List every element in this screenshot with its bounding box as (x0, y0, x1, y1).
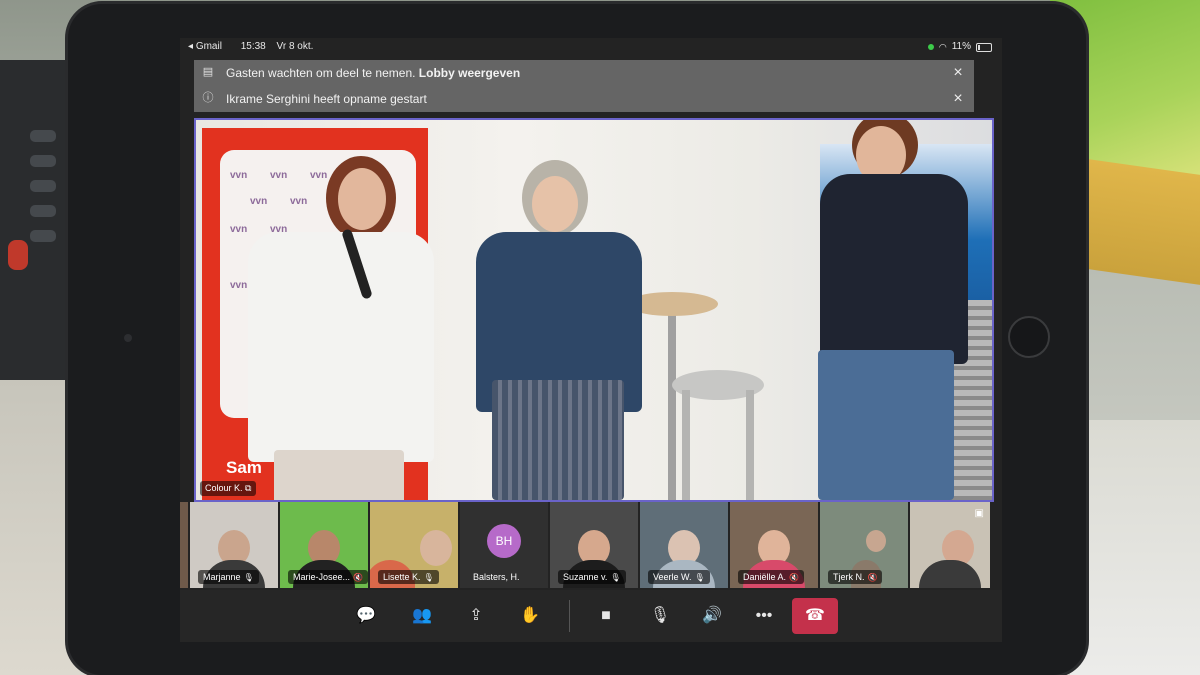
toolbar-divider (569, 600, 570, 632)
participant-name-tag: Lisette K. 🎙 (378, 570, 439, 584)
front-camera (124, 334, 132, 342)
desk-surface-right (1070, 420, 1200, 675)
participant-name-tag: Balsters, H. (473, 572, 520, 582)
ios-status-bar: ◂ Gmail 15:38 Vr 8 okt. ◠ 11% (180, 38, 1002, 56)
close-icon[interactable]: × (948, 86, 968, 112)
status-date: Vr 8 okt. (276, 41, 314, 52)
participant-tile[interactable]: Marie-Josee... 🔇 (280, 502, 368, 588)
info-icon: ⓘ (202, 92, 214, 104)
chat-icon[interactable]: 💬 (352, 602, 380, 630)
participant-avatar: BH (487, 524, 521, 558)
speaker-icon[interactable]: 🔊 (698, 602, 726, 630)
participant-tile[interactable]: BH Balsters, H. (460, 502, 548, 588)
participant-name-tag: Marie-Josee... 🔇 (288, 570, 368, 584)
participant-tile[interactable]: Lisette K. 🎙 (370, 502, 458, 588)
participants-icon[interactable]: 👥 (408, 602, 436, 630)
participant-name-tag: Daniëlle A. 🔇 (738, 570, 804, 584)
participant-tile[interactable]: Daniëlle A. 🔇 (730, 502, 818, 588)
video-camera-icon[interactable]: ■ (592, 602, 620, 630)
close-icon[interactable]: × (948, 60, 968, 86)
status-time: 15:38 (240, 41, 266, 52)
participant-tile[interactable]: Marjanne 🎙 (190, 502, 278, 588)
wifi-icon: ◠ (938, 42, 947, 52)
meeting-toolbar: 💬 👥 ⇪ ✋ ■ 🎙 🔊 ••• ☎ (180, 590, 1002, 642)
mic-icon: 🎙 (423, 573, 434, 582)
participant-name-tag: Veerle W. 🎙 (648, 570, 710, 584)
presenter-name-tag: Colour K. ⧉ (200, 481, 257, 496)
lobby-notice: ▤ Gasten wachten om deel te nemen. Lobby… (194, 60, 974, 86)
mic-muted-icon: 🔇 (867, 573, 878, 582)
participant-name-tag: Suzanne v. 🎙 (558, 570, 626, 584)
main-video-stage[interactable]: vvn vvn vvn vvn vvn vvn vvn vvn vvn Sam (194, 118, 994, 502)
participant-tile[interactable]: Tjerk N. 🔇 (820, 502, 908, 588)
participant-tile[interactable]: Veerle W. 🎙 (640, 502, 728, 588)
screen-share-icon: ⧉ (245, 483, 252, 493)
participant-tile[interactable]: ▣ (910, 502, 990, 588)
back-to-app[interactable]: ◂ Gmail (188, 41, 230, 52)
home-button[interactable] (1008, 316, 1050, 358)
participant-tile-partial[interactable] (180, 502, 188, 588)
battery-percentage: 11% (951, 41, 971, 52)
share-screen-icon[interactable]: ⇪ (462, 602, 490, 630)
teams-meeting-screen: ◂ Gmail 15:38 Vr 8 okt. ◠ 11% ▤ Gasten w… (180, 38, 1002, 642)
lobby-icon: ▤ (202, 66, 214, 78)
raise-hand-icon[interactable]: ✋ (516, 602, 544, 630)
table-leg (668, 310, 676, 500)
mic-icon: 🎙 (243, 573, 254, 582)
battery-icon (976, 42, 992, 52)
camera-icon: ▣ (974, 508, 984, 519)
mic-muted-icon: 🔇 (353, 573, 363, 582)
more-options-icon[interactable]: ••• (750, 602, 778, 630)
mic-icon: 🎙 (610, 573, 621, 582)
mic-muted-icon[interactable]: 🎙 (646, 602, 674, 630)
lobby-link[interactable]: Lobby weergeven (419, 66, 520, 80)
participant-name-tag: Marjanne 🎙 (198, 570, 259, 584)
recording-notice: ⓘ Ikrame Serghini heeft opname gestart × (194, 86, 974, 112)
camera-in-use-icon (927, 44, 934, 50)
participant-name-tag: Tjerk N. 🔇 (828, 570, 883, 584)
hang-up-button[interactable]: ☎ (792, 598, 838, 634)
participants-strip: Marjanne 🎙 Marie-Josee... 🔇 Lisette K. 🎙 BH… (180, 500, 1002, 590)
participant-tile[interactable]: Suzanne v. 🎙 (550, 502, 638, 588)
mic-muted-icon: 🔇 (789, 573, 799, 582)
mic-icon: 🎙 (694, 573, 705, 582)
